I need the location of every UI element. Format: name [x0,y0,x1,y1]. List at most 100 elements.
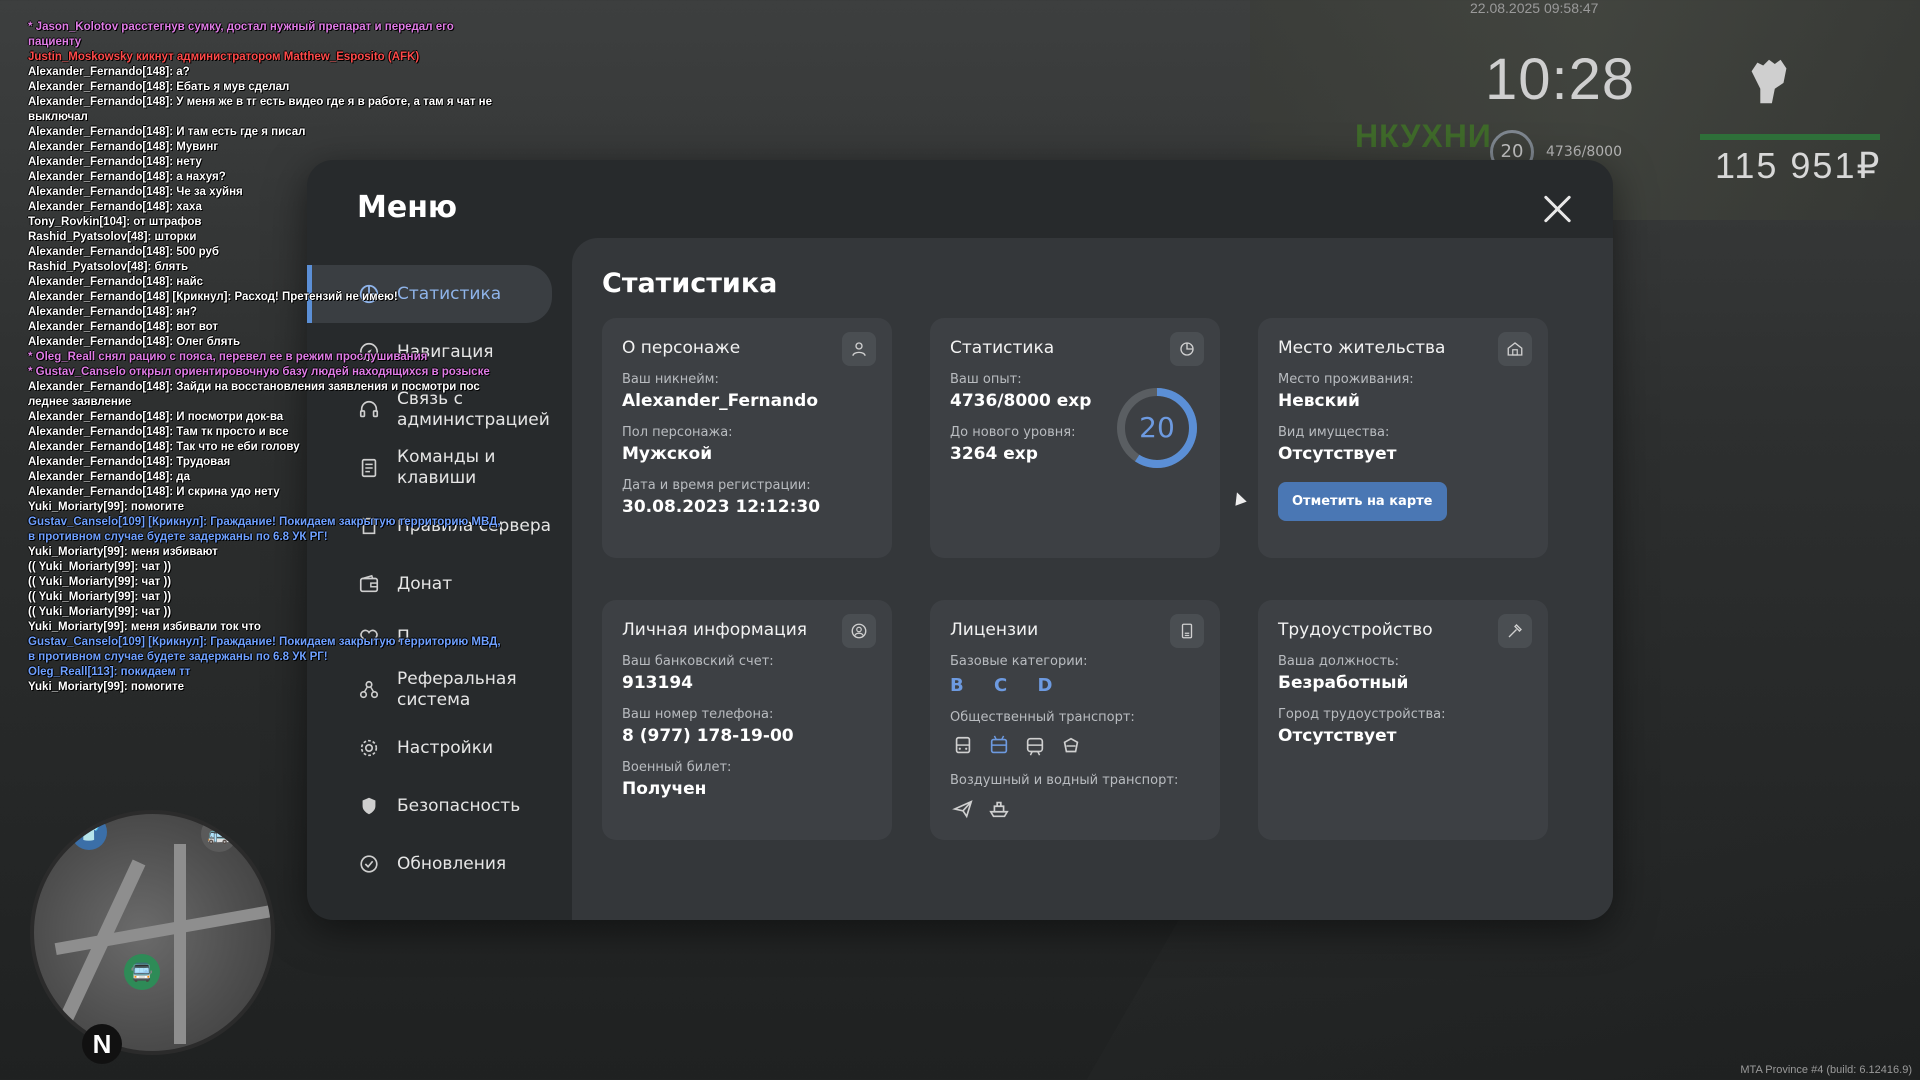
chat-line: * Gustav_Canselo открыл ориентировочную … [28,366,490,378]
chat-line: Alexander_Fernando[148]: а? [28,66,190,78]
nav-label: Безопасность [397,795,521,816]
public-transport-icons [950,733,1200,759]
card-character: О персонаже Ваш никнейм: Alexander_Ferna… [602,318,892,558]
bus-icon: 🚌 [201,816,237,852]
chat-line: (( Yuki_Moriarty[99]: чат )) [28,576,172,588]
nav-item-settings[interactable]: Настройки [307,719,562,777]
chat-line: Alexander_Fernando[148]: 500 руб [28,246,220,258]
build-info: MTA Province #4 (build: 6.12416.9) [1740,1064,1912,1076]
chat-line: Alexander_Fernando[148]: вот вот [28,321,219,333]
field-label: Место проживания: [1278,372,1414,387]
card-residence: Место жительства Место проживания: Невск… [1258,318,1548,558]
user-circle-icon [842,614,876,648]
chat-line: Alexander_Fernando[148]: И там есть где … [28,126,306,138]
chat-line: Alexander_Fernando[148]: хаха [28,201,202,213]
chat-line: * Jason_Kolotov расстегнув сумку, достал… [28,21,457,48]
card-title: Трудоустройство [1278,620,1433,640]
chat-line: Alexander_Fernando[148]: И скрина удо не… [28,486,280,498]
chat-line: Alexander_Fernando[148]: а нахуя? [28,171,226,183]
license-categories: B C D [950,675,1065,696]
field-label: Ваша должность: [1278,654,1400,669]
user-icon [842,332,876,366]
field-label: Вид имущества: [1278,425,1390,440]
house-icon [1498,332,1532,366]
field-label: Дата и время регистрации: [622,478,811,493]
field-label: Ваш никнейм: [622,372,719,387]
field-label: Ваш банковский счет: [622,654,774,669]
content-area: Статистика О персонаже Ваш никнейм: Alex… [572,238,1613,920]
boat-icon [986,796,1012,822]
field-label: Ваш опыт: [950,372,1022,387]
chat-line: Alexander_Fernando[148]: найс [28,276,204,288]
level-number: 20 [1139,411,1175,444]
trolleybus-icon [986,733,1012,759]
card-personal-info: Личная информация Ваш банковский счет: 9… [602,600,892,840]
minimap[interactable]: 👕 🚌 🚍 [30,810,275,1055]
card-statistics: Статистика Ваш опыт: 4736/8000 exp До но… [930,318,1220,558]
train-icon [1022,733,1048,759]
pie-chart-icon [1170,332,1204,366]
plane-icon [950,796,976,822]
air-water-transport-icons [950,796,1200,822]
chat-line: Alexander_Fernando[148]: да [28,471,190,483]
chat-line: (( Yuki_Moriarty[99]: чат )) [28,606,172,618]
tram-icon [1058,733,1084,759]
bus-stop-icon: 🚍 [124,954,160,990]
card-title: Лицензии [950,620,1039,640]
health-bar [1700,134,1880,140]
hud-money: 115 951₽ [1715,145,1882,186]
card-employment: Трудоустройство Ваша должность: Безработ… [1258,600,1548,840]
page-title: Статистика [602,268,778,299]
bank-account-value: 913194 [622,673,693,693]
map-road [54,904,271,956]
chat-line: Alexander_Fernando[148] [Крикнул]: Расхо… [28,291,398,303]
chat-log: * Jason_Kolotov расстегнув сумку, достал… [28,20,508,695]
chat-line: Alexander_Fernando[148]: Зайди на восста… [28,381,483,408]
field-label: Воздушный и водный транспорт: [950,773,1179,788]
position-value: Безработный [1278,673,1409,693]
property-value: Отсутствует [1278,444,1397,464]
card-title: О персонаже [622,338,741,358]
shirt-icon: 👕 [71,814,107,850]
shield-icon [357,794,381,818]
field-label: Город трудоустройства: [1278,707,1446,722]
chat-line: * Oleg_Reall снял рацию с пояса, перевел… [28,351,428,363]
card-title: Статистика [950,338,1055,358]
chat-line: (( Yuki_Moriarty[99]: чат )) [28,561,172,573]
residence-value: Невский [1278,391,1360,411]
nickname-value: Alexander_Fernando [622,391,818,411]
chat-line: Tony_Rovkin[104]: от штрафов [28,216,202,228]
chat-line: Oleg_Reall[113]: покидаем тт [28,666,191,678]
license-icon [1170,614,1204,648]
mark-on-map-button[interactable]: Отметить на карте [1278,482,1447,521]
map-road [174,844,186,1044]
chat-line: Alexander_Fernando[148]: Трудовая [28,456,231,468]
nav-label: Обновления [397,853,507,874]
chat-line: Alexander_Fernando[148]: ян? [28,306,197,318]
nav-item-updates[interactable]: Обновления [307,835,562,893]
chat-line: Alexander_Fernando[148]: Олег блять [28,336,241,348]
nav-item-security[interactable]: Безопасность [307,777,562,835]
gear-icon [357,736,381,760]
registration-value: 30.08.2023 12:12:30 [622,497,821,517]
chat-line: Justin_Moskowsky кикнут администратором … [28,51,420,63]
close-button[interactable] [1543,194,1573,224]
chat-line: Gustav_Canselo[109] [Крикнул]: Граждание… [28,516,504,543]
hammer-icon [1498,614,1532,648]
chat-line: Yuki_Moriarty[99]: меня избивали ток что [28,621,261,633]
nav-label: Настройки [397,737,494,758]
card-title: Место жительства [1278,338,1446,358]
chat-line: (( Yuki_Moriarty[99]: чат )) [28,591,172,603]
hud-datetime: 22.08.2025 09:58:47 [1470,0,1599,16]
chat-line: Alexander_Fernando[148]: Ебать я мув сде… [28,81,290,93]
hud-clock: 10:28 [1485,47,1636,112]
chat-line: Rashid_Pyatsolov[48]: блять [28,261,189,273]
phone-value: 8 (977) 178-19-00 [622,726,794,746]
field-label: Пол персонажа: [622,425,733,440]
card-licenses: Лицензии Базовые категории: B C D Общест… [930,600,1220,840]
chat-line: Alexander_Fernando[148]: Мувинг [28,141,219,153]
background-sign: НКУХНИ [1355,118,1492,154]
employment-city-value: Отсутствует [1278,726,1397,746]
chat-line: Yuki_Moriarty[99]: меня избивают [28,546,218,558]
hud-exp: 4736/8000 [1546,144,1622,160]
